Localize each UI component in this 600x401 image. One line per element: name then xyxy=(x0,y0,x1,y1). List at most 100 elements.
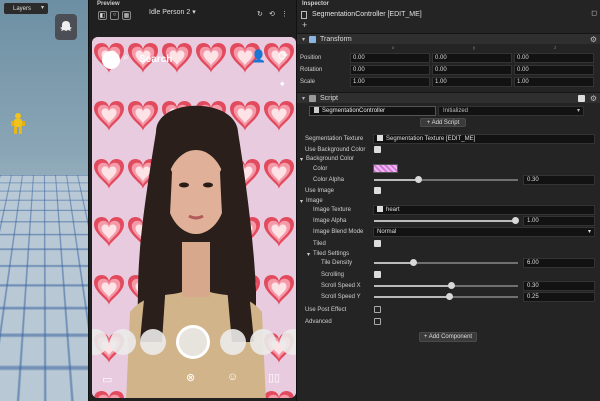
capture-button[interactable] xyxy=(176,325,210,359)
lens-bubble[interactable] xyxy=(220,329,246,355)
tiled-checkbox[interactable] xyxy=(374,240,381,247)
add-friend-icon[interactable]: 👤 xyxy=(251,49,266,63)
search-icon[interactable]: ⌕ xyxy=(123,52,129,63)
phone-preview[interactable]: ⌕ Search 👤 ⟳ ✦ ▭ ⊗ ☺ ▯▯ xyxy=(92,37,296,398)
color-alpha-label: Color Alpha xyxy=(313,177,344,183)
tile-density-slider[interactable] xyxy=(374,262,518,264)
lens-bubble[interactable] xyxy=(110,329,136,355)
collapse-caret-icon[interactable]: ▾ xyxy=(307,251,310,258)
slider-knob[interactable] xyxy=(415,176,422,183)
preview-actions: ↻ ⟲ ⋮ xyxy=(239,8,297,22)
scroll-y-slider[interactable] xyxy=(374,296,518,298)
lens-carousel xyxy=(92,325,296,359)
transform-header[interactable]: ▾ Transform ⚙ xyxy=(297,33,600,44)
position-row: Position 0.00 0.00 0.00 xyxy=(297,53,600,64)
image-blend-row: Image Blend Mode Normal ▾ xyxy=(297,227,600,237)
rotation-y-field[interactable]: 0.00 xyxy=(432,65,512,75)
scroll-x-slider[interactable] xyxy=(374,285,518,287)
scale-x-field[interactable]: 1.00 xyxy=(350,77,430,87)
stories-icon[interactable]: ▯▯ xyxy=(268,371,280,384)
bg-color-group-row[interactable]: ▾ Background Color xyxy=(297,154,600,164)
scale-y-field[interactable]: 1.00 xyxy=(432,77,512,87)
script-asset-field[interactable]: SegmentationController xyxy=(309,106,436,116)
camera-mode-icon[interactable]: ◧ xyxy=(98,11,107,20)
gear-icon[interactable]: ⚙ xyxy=(590,35,597,44)
object-name[interactable]: SegmentationController [EDIT_ME] xyxy=(312,11,422,18)
grid-icon[interactable]: ▦ xyxy=(122,11,131,20)
more-icon[interactable]: ⋮ xyxy=(281,10,288,18)
post-effect-checkbox[interactable] xyxy=(374,306,381,313)
position-y-field[interactable]: 0.00 xyxy=(432,53,512,63)
rotation-x-field[interactable]: 0.00 xyxy=(350,65,430,75)
color-swatch[interactable] xyxy=(373,164,398,173)
chat-icon[interactable]: ▭ xyxy=(102,373,112,386)
add-component-button[interactable]: + Add Component xyxy=(419,332,477,342)
script-state-select[interactable]: Initialized ▾ xyxy=(438,106,584,116)
image-alpha-row: Image Alpha 1.00 xyxy=(297,216,600,226)
scroll-y-field[interactable]: 0.25 xyxy=(523,292,595,302)
image-alpha-field[interactable]: 1.00 xyxy=(523,216,595,226)
use-image-label: Use Image xyxy=(305,188,334,194)
lens-bubble[interactable] xyxy=(250,329,276,355)
collapse-caret-icon[interactable]: ▾ xyxy=(302,36,305,43)
position-z-field[interactable]: 0.00 xyxy=(514,53,594,63)
record-icon[interactable]: ○ xyxy=(110,11,119,20)
app-root: Layers ▾ Preview ◧ ○ ▦ Idle Person 2 ▾ ↻… xyxy=(0,0,600,401)
tile-density-field[interactable]: 6.00 xyxy=(523,258,595,268)
avatar[interactable] xyxy=(102,51,120,69)
image-alpha-slider[interactable] xyxy=(374,220,518,222)
image-texture-row: Image Texture heart xyxy=(297,205,600,215)
refresh-icon[interactable]: ↻ xyxy=(257,10,263,18)
image-texture-label: Image Texture xyxy=(313,207,351,213)
use-image-checkbox[interactable] xyxy=(374,187,381,194)
inspector-title: Inspector xyxy=(302,1,329,7)
layers-dropdown[interactable]: Layers ▾ xyxy=(4,3,48,14)
slider-knob[interactable] xyxy=(410,259,417,266)
rotation-z-field[interactable]: 0.00 xyxy=(514,65,594,75)
lock-icon[interactable]: ◻ xyxy=(591,9,597,17)
scene-object-icon[interactable] xyxy=(11,112,25,136)
flash-icon[interactable]: ✦ xyxy=(278,79,286,90)
scroll-x-field[interactable]: 0.30 xyxy=(523,281,595,291)
add-icon[interactable]: + xyxy=(302,20,307,30)
lens-bubble[interactable] xyxy=(92,329,108,355)
script-header[interactable]: ▾ Script ⚙ xyxy=(297,92,600,103)
slider-knob[interactable] xyxy=(512,217,519,224)
slider-knob[interactable] xyxy=(446,293,453,300)
position-x-field[interactable]: 0.00 xyxy=(350,53,430,63)
tiled-label: Tiled xyxy=(313,241,326,247)
collapse-caret-icon[interactable]: ▾ xyxy=(300,198,303,205)
color-alpha-slider[interactable] xyxy=(374,179,518,181)
flip-camera-icon[interactable]: ⟳ xyxy=(278,49,288,63)
scene-view[interactable]: Layers ▾ xyxy=(0,0,88,401)
device-select[interactable]: Idle Person 2 ▾ xyxy=(149,8,196,16)
lens-icon[interactable]: ☺ xyxy=(227,371,238,383)
script-enabled-checkbox[interactable] xyxy=(578,95,585,102)
search-label[interactable]: Search xyxy=(139,54,172,65)
collapse-caret-icon[interactable]: ▾ xyxy=(302,95,305,102)
add-script-button[interactable]: + Add Script xyxy=(420,118,466,127)
segmentation-texture-field[interactable]: Segmentation Texture [EDIT_ME] xyxy=(373,134,595,144)
advanced-checkbox[interactable] xyxy=(374,318,381,325)
color-alpha-field[interactable]: 0.30 xyxy=(523,175,595,185)
close-icon[interactable]: ⊗ xyxy=(186,371,195,384)
lens-bubble[interactable] xyxy=(140,329,166,355)
script-file-icon xyxy=(314,107,319,113)
snapchat-ghost-icon[interactable] xyxy=(55,14,77,40)
use-bg-color-checkbox[interactable] xyxy=(374,146,381,153)
reset-icon[interactable]: ⟲ xyxy=(269,10,275,18)
scale-z-field[interactable]: 1.00 xyxy=(514,77,594,87)
segmentation-texture-value: Segmentation Texture [EDIT_ME] xyxy=(386,136,475,142)
position-label: Position xyxy=(300,55,321,61)
image-texture-field[interactable]: heart xyxy=(373,205,595,215)
use-bg-color-label: Use Background Color xyxy=(305,147,365,153)
gear-icon[interactable]: ⚙ xyxy=(590,94,597,103)
transform-label: Transform xyxy=(320,36,352,43)
image-blend-label: Image Blend Mode xyxy=(313,229,363,235)
slider-knob[interactable] xyxy=(448,282,455,289)
post-effect-row: Use Post Effect xyxy=(297,305,600,315)
scrolling-checkbox[interactable] xyxy=(374,271,381,278)
collapse-caret-icon[interactable]: ▾ xyxy=(300,156,303,163)
lens-bubble[interactable] xyxy=(280,329,296,355)
image-blend-select[interactable]: Normal ▾ xyxy=(373,227,595,237)
